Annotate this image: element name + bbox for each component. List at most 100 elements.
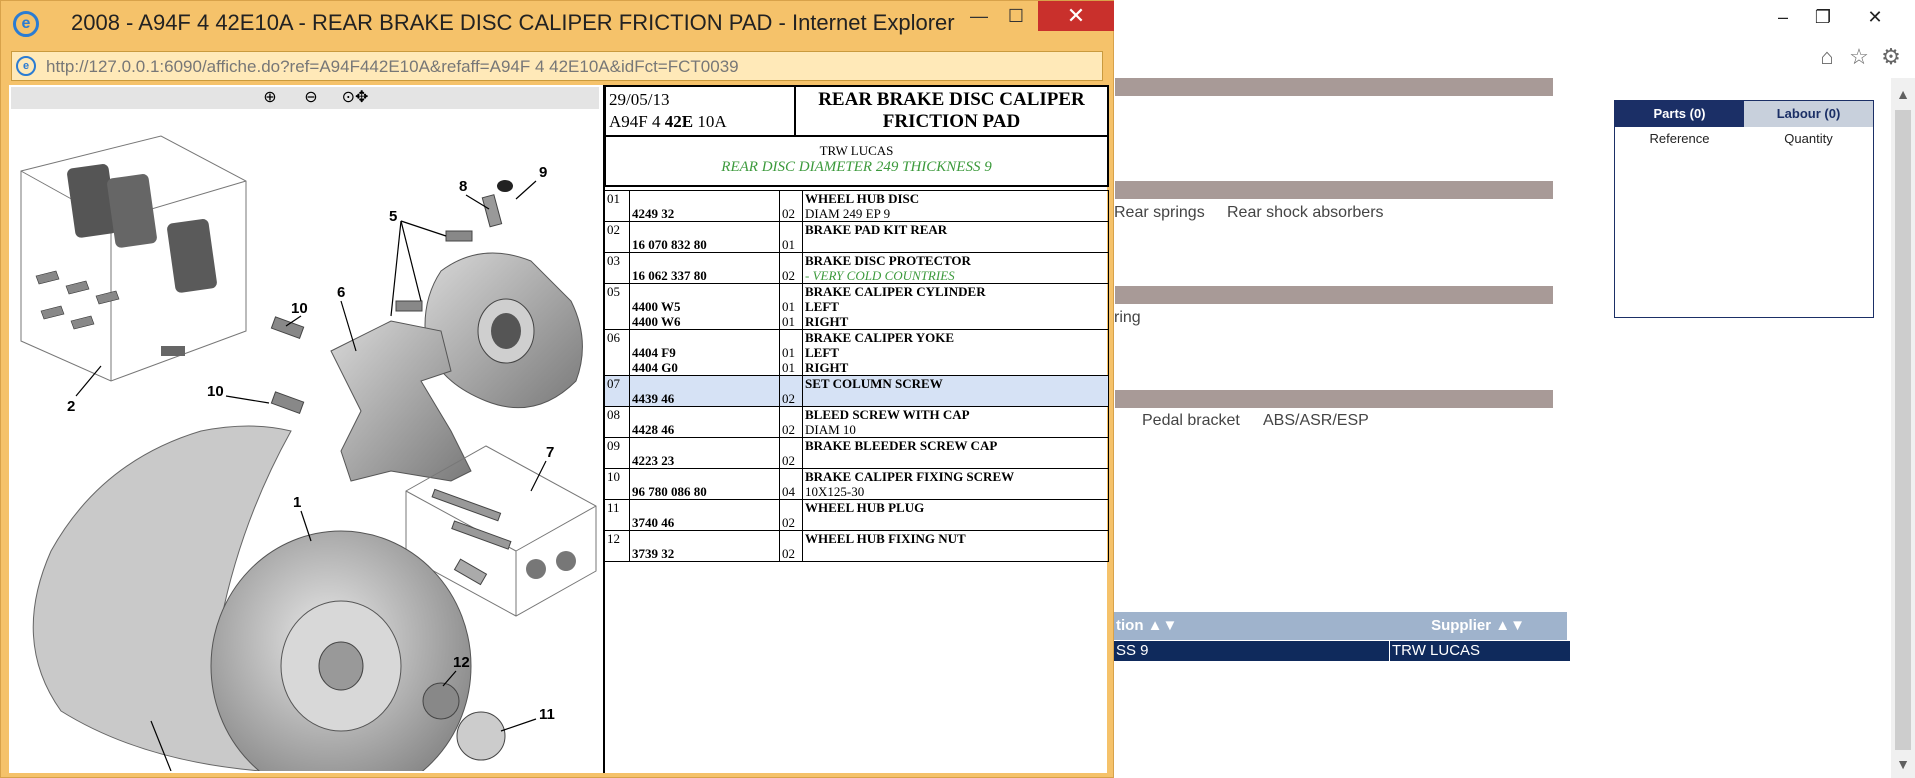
part-ref-line: 16 062 337 80 [632,268,707,283]
part-qty-line [782,500,800,515]
part-desc-line: BLEED SCREW WITH CAP [805,407,970,422]
zoom-in-icon[interactable]: ⊕ [257,87,283,109]
part-description: BLEED SCREW WITH CAP DIAM 10 [802,406,1109,438]
part-reference: 96 780 086 80 [629,468,780,500]
part-index: 06 [604,329,630,376]
part-qty-line [782,222,800,237]
part-index: 12 [604,530,630,562]
nav-link-rear-shock-absorbers[interactable]: Rear shock absorbers [1227,204,1384,222]
home-icon[interactable]: ⌂ [1814,44,1840,70]
part-desc-line: 10X125-30 [805,484,865,499]
zoom-out-icon[interactable]: ⊖ [298,87,324,109]
scrollbar-thumb[interactable] [1895,110,1911,750]
part-index: 11 [604,499,630,531]
nav-link-ring[interactable]: ring [1114,309,1141,327]
part-description: BRAKE DISC PROTECTOR - VERY COLD COUNTRIE… [802,252,1109,284]
callout-label: 8 [459,178,467,195]
popup-minimize-button[interactable]: — [959,1,999,31]
parts-table-row[interactable]: 03 16 062 337 80 02 BRAKE DISC PROTECTOR -… [604,252,1109,284]
address-bar[interactable]: e http://127.0.0.1:6090/affiche.do?ref=A… [11,51,1103,81]
parts-table-row[interactable]: 10 96 780 086 80 04 BRAKE CALIPER FIXING … [604,468,1109,500]
parts-table-row[interactable]: 07 4439 46 02 SET COLUMN SCREW [604,375,1109,407]
zoom-pan-icon[interactable]: ⊙✥ [337,87,373,109]
ie-logo-icon: e [13,11,39,37]
callout-label: 2 [67,398,75,415]
brake-exploded-diagram: 8 9 5 10 6 10 2 7 1 12 11 3 [20,135,597,771]
part-description: BRAKE CALIPER YOKE LEFT RIGHT [802,329,1109,376]
popup-title: 2008 - A94F 4 42E10A - REAR BRAKE DISC C… [71,10,955,35]
part-description: WHEEL HUB DISC DIAM 249 EP 9 [802,190,1109,222]
parts-table-row[interactable]: 05 4400 W5 4400 W6 01 01 BRAKE CALIPER CYLI… [604,283,1109,330]
table-cell-supplier[interactable]: TRW LUCAS [1389,641,1570,661]
popup-close-button[interactable]: ✕ [1038,1,1114,31]
parts-table: 01 4249 32 02 WHEEL HUB DISC DIAM 249 EP 9… [604,190,1109,562]
part-quantity: 01 01 [779,329,803,376]
part-qty-line: 02 [782,391,795,406]
part-qty-line: 02 [782,546,795,561]
bg-restore-button[interactable]: ❐ [1803,4,1843,30]
parts-table-row[interactable]: 01 4249 32 02 WHEEL HUB DISC DIAM 249 EP 9 [604,190,1109,222]
exploded-diagram-pane: ⊕ ⊖ ⊙✥ 8 9 5 10 6 10 2 7 1 12 11 [9,85,605,773]
nav-link-rear-springs[interactable]: Rear springs [1114,204,1205,222]
part-index: 09 [604,437,630,469]
part-qty-line: 01 [782,299,795,314]
table-header-description[interactable]: tion ▲▼ [1114,612,1389,640]
bg-close-button[interactable]: ✕ [1855,4,1895,30]
bg-minimize-button[interactable]: – [1763,4,1803,30]
parts-table-row[interactable]: 06 4404 F9 4404 G0 01 01 BRAKE CALIPER YOKE… [604,329,1109,376]
part-ref-line: 4404 G0 [632,360,678,375]
part-ref-line [632,469,777,484]
part-reference: 4249 32 [629,190,780,222]
category-band [1115,390,1553,408]
tab-labour[interactable]: Labour (0) [1744,101,1873,127]
vertical-scrollbar[interactable]: ▲ ▼ [1891,78,1915,778]
part-qty-line: 02 [782,268,795,283]
callout-label: 10 [291,300,308,317]
column-reference: Reference [1649,131,1710,146]
gear-icon[interactable]: ⚙ [1878,44,1904,70]
star-icon[interactable]: ☆ [1846,44,1872,70]
popup-maximize-button[interactable]: ☐ [996,1,1036,31]
part-reference: 16 070 832 80 [629,221,780,253]
part-desc-line: BRAKE PAD KIT REAR [805,222,948,237]
scroll-down-icon[interactable]: ▼ [1895,756,1911,772]
part-reference: 4439 46 [629,375,780,407]
table-cell-description[interactable]: SS 9 [1114,641,1389,661]
callout-label: 10 [207,383,224,400]
parts-table-row[interactable]: 02 16 070 832 80 01 BRAKE PAD KIT REAR [604,221,1109,253]
part-ref-line: 3739 32 [632,546,675,561]
tab-parts[interactable]: Parts (0) [1615,101,1744,127]
callout-label: 11 [539,706,555,723]
part-desc-line: - VERY COLD COUNTRIES [805,268,955,283]
parts-table-row[interactable]: 08 4428 46 02 BLEED SCREW WITH CAP DIAM 10 [604,406,1109,438]
part-desc-line: DIAM 249 EP 9 [805,206,891,221]
callout-label: 6 [337,284,345,301]
part-desc-line [805,391,1106,406]
part-description: BRAKE PAD KIT REAR [802,221,1109,253]
nav-link-pedal-bracket[interactable]: Pedal bracket [1142,412,1240,430]
part-ref-line: 4400 W6 [632,314,681,329]
part-desc-line: LEFT [805,345,839,360]
part-desc-line [805,515,1106,530]
part-desc-line: WHEEL HUB PLUG [805,500,925,515]
part-desc-line: RIGHT [805,360,849,375]
url-text[interactable]: http://127.0.0.1:6090/affiche.do?ref=A94… [46,57,739,77]
parts-table-row[interactable]: 11 3740 46 02 WHEEL HUB PLUG [604,499,1109,531]
part-qty-line [782,438,800,453]
part-quantity: 02 [779,375,803,407]
table-header-supplier[interactable]: Supplier ▲▼ [1389,612,1567,640]
part-ref-line: 4223 23 [632,453,675,468]
parts-table-row[interactable]: 09 4223 23 02 BRAKE BLEEDER SCREW CAP [604,437,1109,469]
column-quantity: Quantity [1784,131,1833,146]
scroll-up-icon[interactable]: ▲ [1895,86,1911,102]
part-qty-line [782,191,800,206]
part-qty-line: 02 [782,453,795,468]
part-qty-line: 02 [782,422,795,437]
part-qty-line [782,531,800,546]
sheet-supplier-box: TRW LUCAS REAR DISC DIAMETER 249 THICKNE… [604,135,1109,187]
part-reference: 16 062 337 80 [629,252,780,284]
part-ref-line: 16 070 832 80 [632,237,707,252]
part-reference: 4223 23 [629,437,780,469]
parts-table-row[interactable]: 12 3739 32 02 WHEEL HUB FIXING NUT [604,530,1109,562]
nav-link-abs-asr-esp[interactable]: ABS/ASR/ESP [1263,412,1369,430]
